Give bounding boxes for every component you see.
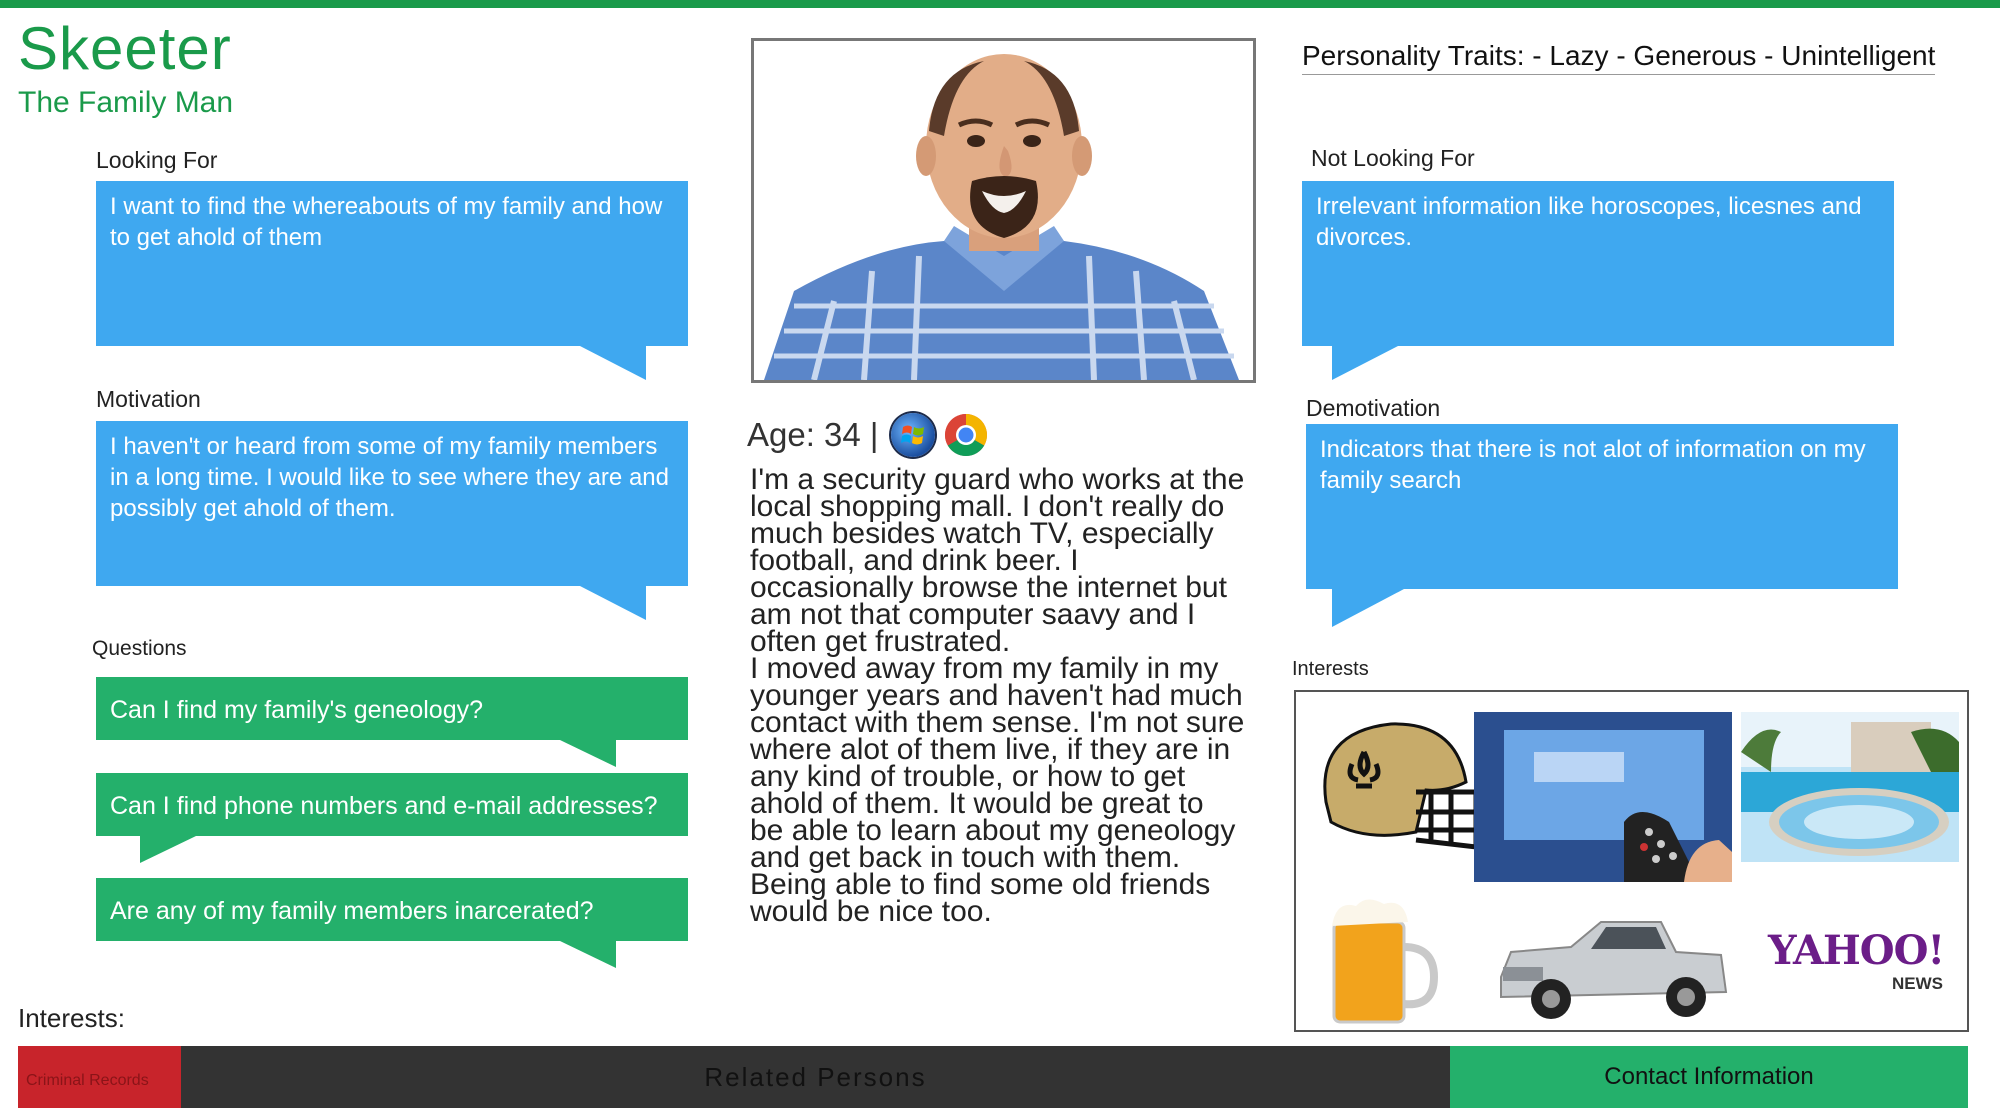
tab-criminal-records-label: Criminal Records <box>26 1072 149 1089</box>
persona-portrait-illustration <box>754 41 1253 380</box>
persona-bio: I'm a security guard who works at the lo… <box>750 463 1260 928</box>
questions-label: Questions <box>92 637 187 660</box>
tab-criminal-records[interactable]: Criminal Records <box>18 1046 181 1108</box>
persona-name: Skeeter <box>18 15 232 82</box>
resort-pool-icon <box>1741 712 1959 862</box>
bio-line: ahold of them. It would be great to <box>750 787 1204 820</box>
bio-line: contact with them sense. I'm not sure <box>750 706 1245 739</box>
motivation-bubble-tail <box>580 586 646 620</box>
demotivation-bubble: Indicators that there is not alot of inf… <box>1306 424 1898 589</box>
question-bubble-1: Can I find my family's geneology? <box>96 677 688 740</box>
pickup-truck-icon <box>1500 921 1728 1019</box>
bio-line: football, and drink beer. I <box>750 544 1079 577</box>
windows-logo-glyph <box>901 425 924 445</box>
bio-line: often get frustrated. <box>750 625 1011 658</box>
tab-contact-information-label: Contact Information <box>1604 1063 1814 1090</box>
bio-line: I'm a security guard who works at the <box>750 463 1245 496</box>
bio-line: occasionally browse the internet but <box>750 571 1227 604</box>
bio-line: am not that computer saavy and I <box>750 598 1196 631</box>
not-looking-for-text: Irrelevant information like horoscopes, … <box>1316 193 1862 251</box>
question-bubble-3-tail <box>560 941 616 968</box>
yahoo-news-subtitle: NEWS <box>1892 974 1943 993</box>
bio-line: Being able to find some old friends <box>750 868 1211 901</box>
tab-contact-information[interactable]: Contact Information <box>1450 1046 1968 1108</box>
question-bubble-3: Are any of my family members inarcerated… <box>96 878 688 941</box>
bio-line: would be nice too. <box>750 895 992 928</box>
question-text-3: Are any of my family members inarcerated… <box>110 897 594 925</box>
bio-line: and get back in touch with them. <box>750 841 1181 874</box>
motivation-label: Motivation <box>96 386 201 412</box>
not-looking-for-bubble: Irrelevant information like horoscopes, … <box>1302 181 1894 346</box>
looking-for-text: I want to find the whereabouts of my fam… <box>110 193 663 251</box>
bio-line: younger years and haven't had much <box>750 679 1243 712</box>
windows-icon <box>891 413 935 457</box>
yahoo-wordmark: YAHOO! <box>1767 927 1945 974</box>
top-accent-bar <box>0 0 2000 8</box>
question-text-1: Can I find my family's geneology? <box>110 696 484 724</box>
football-helmet-icon <box>1323 722 1479 850</box>
tv-remote-icon <box>1474 712 1732 882</box>
question-text-2: Can I find phone numbers and e-mail addr… <box>110 792 658 820</box>
demotivation-text: Indicators that there is not alot of inf… <box>1320 436 1866 494</box>
age-row: Age: 34 | <box>747 416 879 454</box>
persona-photo <box>751 38 1256 383</box>
question-bubble-2-tail <box>140 836 196 863</box>
age-text: Age: 34 | <box>747 416 879 453</box>
footer-interests-label: Interests: <box>18 1003 125 1033</box>
chrome-logo-glyph <box>944 414 988 457</box>
bio-line: any kind of trouble, or how to get <box>750 760 1186 793</box>
bio-line: be able to learn about my geneology <box>750 814 1236 847</box>
looking-for-label: Looking For <box>96 147 218 173</box>
motivation-text: I haven't or heard from some of my famil… <box>110 433 669 522</box>
not-looking-for-label: Not Looking For <box>1311 145 1475 171</box>
chrome-icon <box>944 413 988 457</box>
demotivation-label: Demotivation <box>1306 395 1441 421</box>
demotivation-bubble-tail <box>1332 589 1404 627</box>
persona-tagline: The Family Man <box>18 86 234 119</box>
looking-for-bubble-tail <box>580 346 646 380</box>
bio-line: local shopping mall. I don't really do <box>750 490 1225 523</box>
looking-for-bubble: I want to find the whereabouts of my fam… <box>96 181 688 346</box>
not-looking-for-bubble-tail <box>1332 346 1398 380</box>
question-bubble-1-tail <box>560 740 616 767</box>
motivation-bubble: I haven't or heard from some of my famil… <box>96 421 688 586</box>
tab-related-persons-label: Related Persons <box>704 1061 927 1092</box>
question-bubble-2: Can I find phone numbers and e-mail addr… <box>96 773 688 836</box>
interests-collage: YAHOO! NEWS <box>1294 690 1969 1032</box>
beer-mug-icon <box>1332 899 1439 1024</box>
personality-traits: Personality Traits: - Lazy - Generous - … <box>1302 40 1936 75</box>
yahoo-news-logo: YAHOO! NEWS <box>1751 927 1961 994</box>
tab-related-persons[interactable]: Related Persons <box>181 1046 1450 1108</box>
bio-line: I moved away from my family in my <box>750 652 1219 685</box>
bio-line: where alot of them live, if they are in <box>750 733 1231 766</box>
bio-line: much besides watch TV, especially <box>750 517 1214 550</box>
interests-label: Interests <box>1292 658 1369 680</box>
